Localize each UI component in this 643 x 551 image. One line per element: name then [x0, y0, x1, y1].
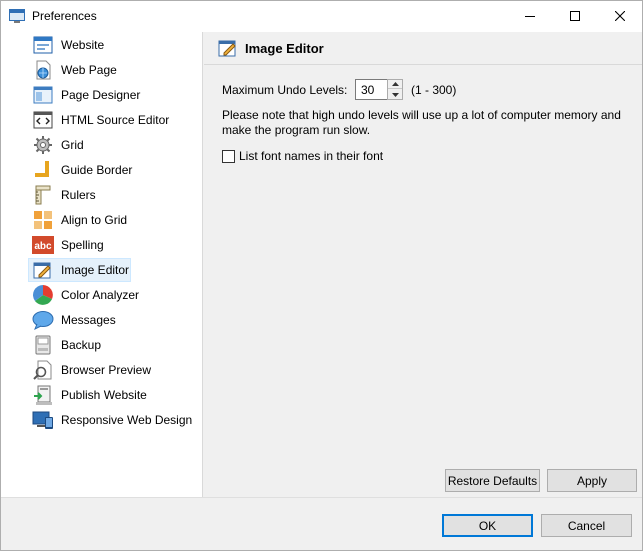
spelling-abc-icon: abc [32, 236, 54, 254]
sidebar-item-website[interactable]: Website [29, 33, 199, 57]
memory-note: Please note that high undo levels will u… [222, 108, 621, 137]
sidebar-item-publish-website[interactable]: Publish Website [29, 383, 199, 407]
sidebar-item-image-editor[interactable]: Image Editor [28, 258, 131, 282]
ok-button[interactable]: OK [442, 514, 533, 537]
sidebar-item-label: Backup [61, 338, 102, 352]
guide-border-icon [35, 161, 49, 177]
responsive-design-icon [32, 411, 53, 429]
cancel-button[interactable]: Cancel [541, 514, 632, 537]
panel-title: Image Editor [245, 41, 324, 56]
settings-panel: Image Editor Maximum Undo Levels: 30 (1 … [204, 32, 642, 497]
rulers-icon [35, 185, 51, 205]
sidebar-item-browser-preview[interactable]: Browser Preview [29, 358, 199, 382]
list-font-names-option[interactable]: List font names in their font [222, 149, 383, 163]
messages-icon [32, 311, 54, 331]
sidebar-item-label: Rulers [61, 188, 96, 202]
sidebar-item-label: Spelling [61, 238, 104, 252]
sidebar-item-label: Responsive Web Design [61, 413, 193, 427]
html-source-icon [33, 111, 53, 129]
minimize-button[interactable] [507, 1, 552, 31]
grid-gear-icon [34, 136, 52, 154]
web-page-icon [36, 60, 51, 80]
sidebar-item-label: Page Designer [61, 88, 141, 102]
list-font-names-checkbox[interactable] [222, 149, 235, 163]
spelling-icon-text: abc [34, 241, 52, 252]
page-designer-icon [33, 86, 53, 104]
spin-up-button[interactable] [388, 80, 402, 89]
sidebar-item-label: Color Analyzer [61, 288, 140, 302]
title-bar: Preferences [1, 1, 642, 32]
sidebar-item-label: Website [61, 38, 105, 52]
sidebar-item-color-analyzer[interactable]: Color Analyzer [29, 283, 199, 307]
sidebar-item-label: Align to Grid [61, 213, 128, 227]
browser-preview-icon [33, 360, 52, 380]
sidebar-item-label: Publish Website [61, 388, 147, 402]
arrow-down-icon [391, 92, 399, 97]
sidebar-item-label: HTML Source Editor [61, 113, 170, 127]
apply-button[interactable]: Apply [547, 469, 637, 492]
sidebar-item-backup[interactable]: Backup [29, 333, 199, 357]
panel-header: Image Editor [204, 32, 642, 65]
sidebar-item-web-page[interactable]: Web Page [29, 58, 199, 82]
sidebar-item-label: Messages [61, 313, 116, 327]
website-icon [33, 36, 53, 54]
sidebar-item-responsive-web-design[interactable]: Responsive Web Design [29, 408, 199, 432]
publish-icon [34, 385, 52, 405]
undo-levels-label: Maximum Undo Levels: [222, 83, 348, 97]
restore-defaults-button[interactable]: Restore Defaults [445, 469, 540, 492]
sidebar-item-spelling[interactable]: abc Spelling [29, 233, 199, 257]
app-window-icon [9, 9, 25, 23]
sidebar-item-label: Browser Preview [61, 363, 152, 377]
sidebar-item-label: Web Page [61, 63, 117, 77]
preferences-window: Preferences Website Web Page Page Design… [0, 0, 643, 551]
sidebar-item-page-designer[interactable]: Page Designer [29, 83, 199, 107]
sidebar-item-label: Guide Border [61, 163, 133, 177]
sidebar-item-label: Grid [61, 138, 84, 152]
backup-icon [35, 335, 51, 355]
spin-down-button[interactable] [388, 90, 402, 99]
sidebar-item-grid[interactable]: Grid [29, 133, 199, 157]
image-editor-icon [218, 40, 236, 57]
window-title: Preferences [32, 9, 97, 23]
close-button[interactable] [597, 1, 642, 31]
sidebar-item-messages[interactable]: Messages [29, 308, 199, 332]
align-grid-icon [34, 211, 52, 229]
undo-levels-input[interactable]: 30 [355, 79, 389, 100]
arrow-up-icon [391, 82, 399, 86]
close-icon [614, 11, 625, 21]
sidebar-item-align-to-grid[interactable]: Align to Grid [29, 208, 199, 232]
maximize-icon [569, 11, 580, 21]
minimize-icon [524, 16, 535, 17]
sidebar-item-rulers[interactable]: Rulers [29, 183, 199, 207]
list-font-names-label: List font names in their font [239, 149, 384, 163]
dialog-footer: OK Cancel [1, 497, 642, 550]
undo-levels-spinner[interactable] [387, 79, 403, 100]
category-sidebar: Website Web Page Page Designer HTML Sour… [1, 32, 203, 497]
image-editor-icon [33, 262, 51, 279]
sidebar-item-label: Image Editor [61, 263, 130, 277]
maximize-button[interactable] [552, 1, 597, 31]
color-analyzer-icon [33, 285, 53, 305]
sidebar-item-html-source-editor[interactable]: HTML Source Editor [29, 108, 199, 132]
undo-range-hint: (1 - 300) [411, 83, 457, 97]
sidebar-item-guide-border[interactable]: Guide Border [29, 158, 199, 182]
